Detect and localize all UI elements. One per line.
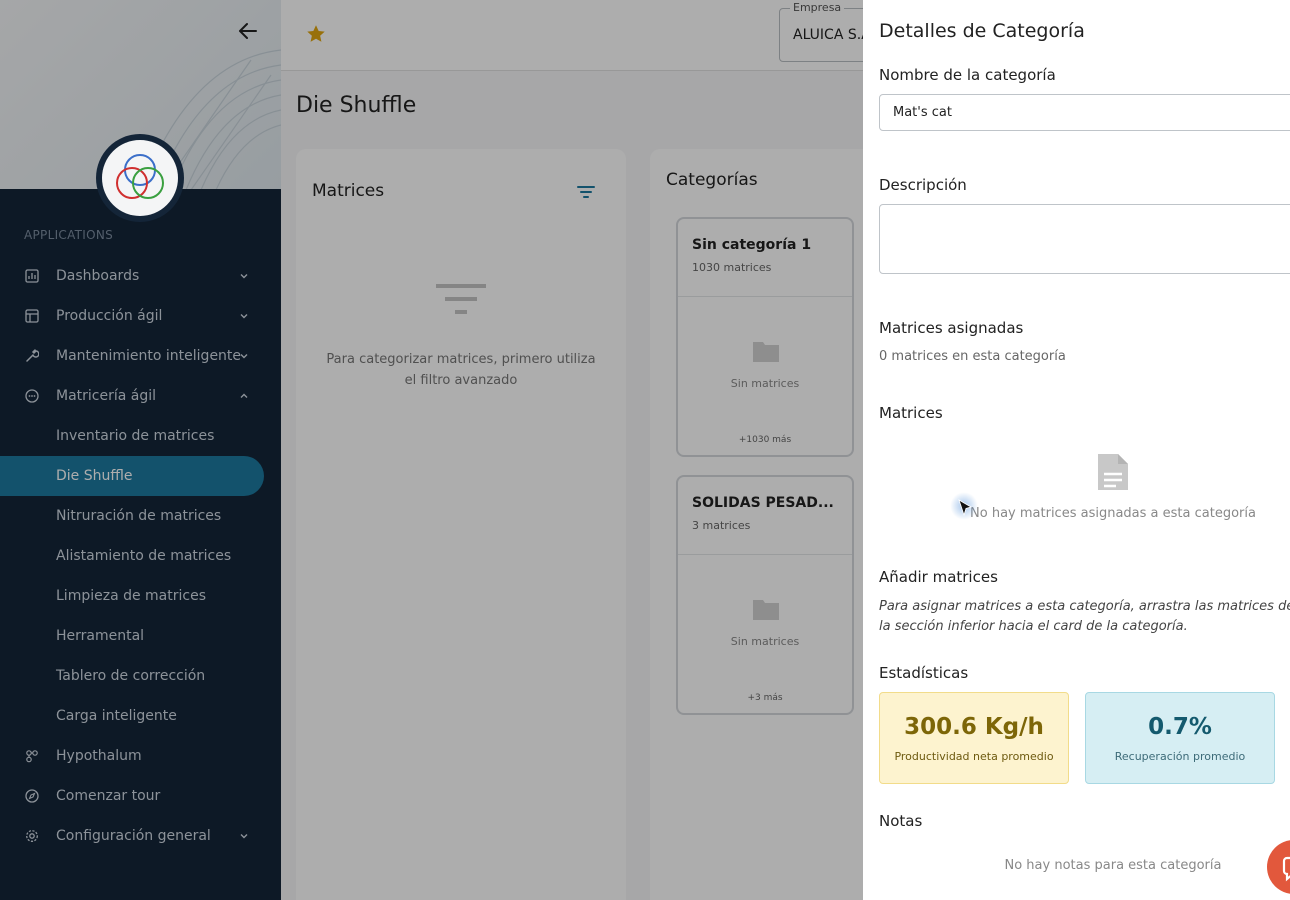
drawer-title: Detalles de Categoría xyxy=(879,20,1085,42)
stat-value: 300.6 Kg/h xyxy=(904,714,1044,740)
add-matrices-hint: Para asignar matrices a esta categoría, … xyxy=(879,599,1290,634)
stat-recovery: 0.7% Recuperación promedio xyxy=(1085,692,1275,784)
document-icon xyxy=(1098,454,1128,490)
company-logo xyxy=(96,134,184,222)
description-label: Descripción xyxy=(879,176,967,194)
name-label: Nombre de la categoría xyxy=(879,66,1056,84)
category-name-input[interactable] xyxy=(879,94,1290,131)
mouse-cursor xyxy=(950,492,978,520)
stat-value: 0.7% xyxy=(1148,714,1212,740)
stat-label: Recuperación promedio xyxy=(1114,750,1246,763)
stat-label: Productividad neta promedio xyxy=(894,750,1054,763)
chat-button[interactable] xyxy=(1267,840,1290,894)
notes-label: Notas xyxy=(879,812,923,830)
notes-empty-text: No hay notas para esta categoría xyxy=(1004,858,1222,873)
rings-logo-icon xyxy=(116,154,164,199)
cursor-arrow-icon xyxy=(958,499,972,517)
description-input[interactable] xyxy=(879,204,1290,274)
add-matrices-label: Añadir matrices xyxy=(879,568,998,586)
stats-label: Estadísticas xyxy=(879,664,969,682)
assigned-count: 0 matrices en esta categoría xyxy=(879,349,1066,364)
matrices-label: Matrices xyxy=(879,404,943,422)
assigned-label: Matrices asignadas xyxy=(879,319,1024,337)
category-details-drawer: Detalles de Categoría Nombre de la categ… xyxy=(863,0,1290,900)
stat-productivity: 300.6 Kg/h Productividad neta promedio xyxy=(879,692,1069,784)
chat-icon xyxy=(1282,856,1290,882)
matrices-empty-text: No hay matrices asignadas a esta categor… xyxy=(970,506,1256,521)
